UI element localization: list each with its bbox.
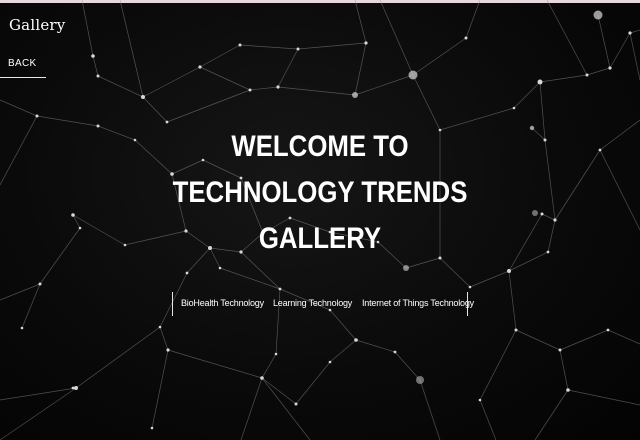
- page: Gallery BACK WELCOME TO TECHNOLOGY TREND…: [0, 0, 640, 440]
- hero-title-line: GALLERY: [258, 222, 382, 255]
- nav-link-learning[interactable]: Learning Technology: [273, 298, 352, 308]
- hero-title: WELCOME TO TECHNOLOGY TRENDS GALLERY: [148, 124, 492, 262]
- nav-link-iot[interactable]: Internet of Things Technology: [362, 298, 474, 308]
- hero-title-line: TECHNOLOGY TRENDS: [172, 176, 468, 209]
- hero-title-line: WELCOME TO: [231, 130, 409, 163]
- back-button[interactable]: BACK: [0, 58, 46, 78]
- category-nav: BioHealth Technology Learning Technology…: [172, 292, 474, 316]
- nav-link-biohealth[interactable]: BioHealth Technology: [181, 298, 264, 308]
- gallery-logo-title[interactable]: Gallery: [9, 16, 65, 34]
